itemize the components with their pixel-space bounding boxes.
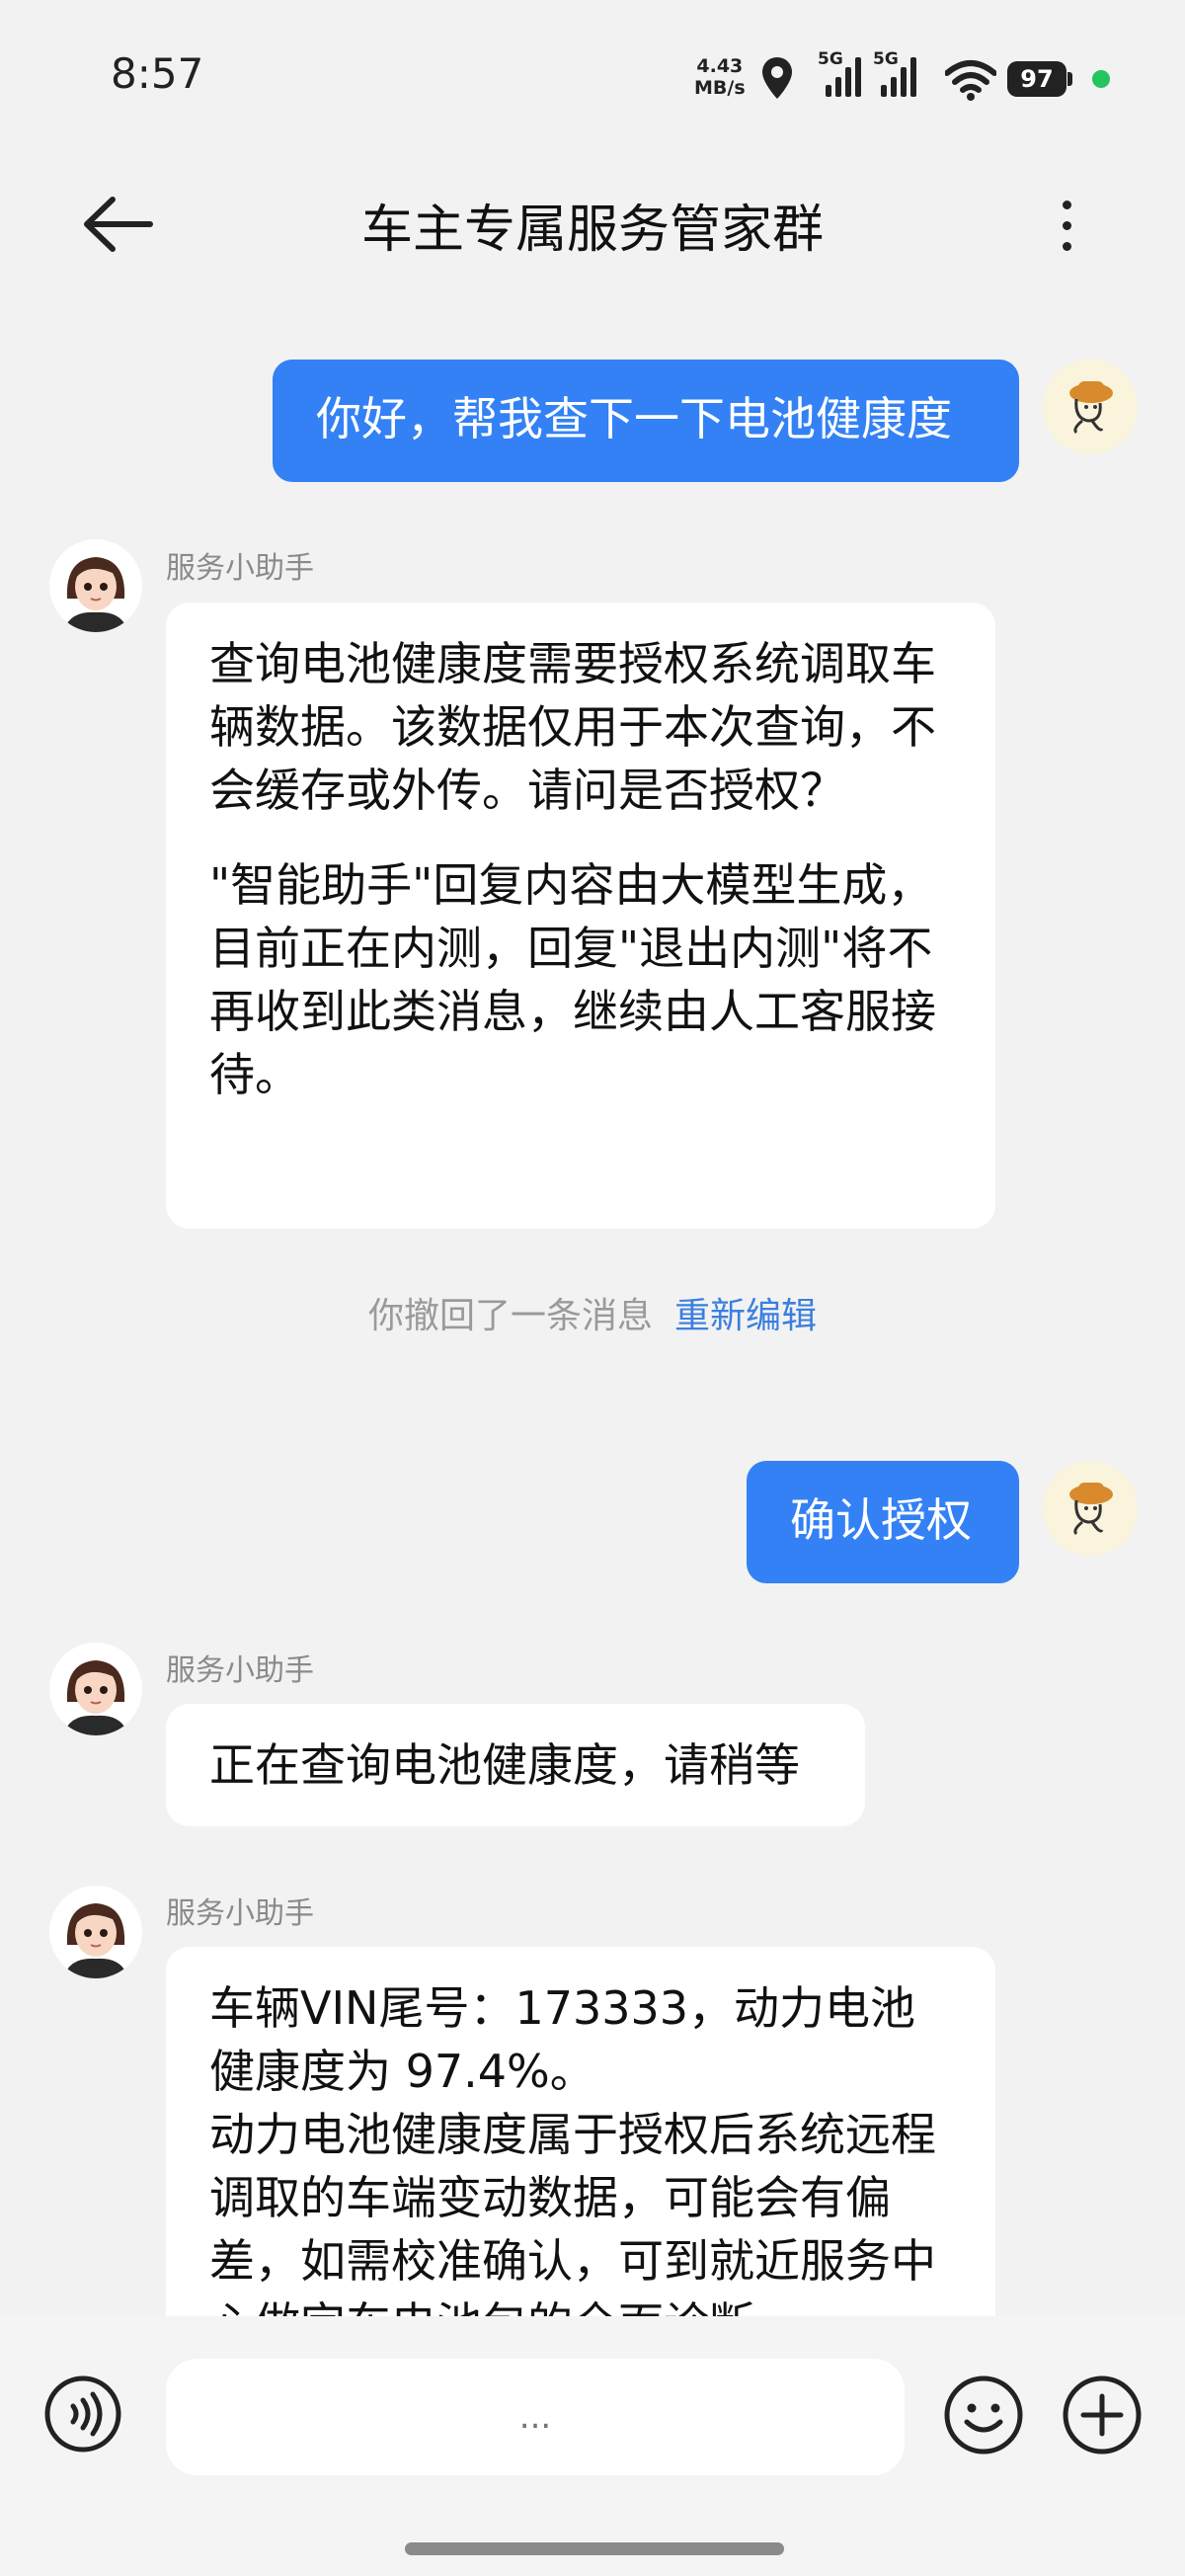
- user-avatar[interactable]: [1043, 1461, 1138, 1556]
- user-message-bubble[interactable]: 你好，帮我查下一下电池健康度: [273, 360, 1019, 482]
- re-edit-link[interactable]: 重新编辑: [674, 1296, 817, 1336]
- status-time: 8:57: [111, 49, 204, 98]
- back-arrow-icon[interactable]: [79, 190, 158, 259]
- signal-icon: 5G: [818, 49, 867, 99]
- bot-message-bubble[interactable]: 查询电池健康度需要授权系统调取车辆数据。该数据仅用于本次查询，不会缓存或外传。请…: [166, 603, 995, 1229]
- sender-name: 服务小助手: [166, 1653, 314, 1688]
- user-avatar-icon: [1069, 1483, 1113, 1536]
- home-indicator[interactable]: [405, 2542, 784, 2555]
- assistant-avatar-icon: [63, 557, 128, 632]
- message-paragraph: 查询电池健康度需要授权系统调取车辆数据。该数据仅用于本次查询，不会缓存或外传。请…: [209, 637, 936, 817]
- location-icon: [762, 57, 792, 99]
- assistant-avatar-icon: [63, 1903, 128, 1978]
- sender-name: 服务小助手: [166, 1896, 314, 1931]
- emoji-icon[interactable]: [943, 2375, 1024, 2455]
- user-avatar-icon: [1069, 381, 1113, 435]
- add-icon[interactable]: [1062, 2375, 1143, 2455]
- battery-icon: 97: [1007, 61, 1066, 97]
- user-message-bubble[interactable]: 确认授权: [747, 1461, 1019, 1583]
- assistant-avatar-icon: [63, 1660, 128, 1735]
- recall-notice: 你撤回了一条消息 重新编辑: [0, 1287, 1185, 1338]
- message-paragraph: "智能助手"回复内容由大模型生成，目前正在内测，回复"退出内测"将不再收到此类消…: [209, 858, 936, 1101]
- privacy-indicator: [1092, 70, 1110, 88]
- user-avatar[interactable]: [1043, 360, 1138, 454]
- wifi-icon: [945, 60, 996, 101]
- bot-message-bubble[interactable]: 车辆VIN尾号：173333，动力电池健康度为 97.4%。 动力电池健康度属于…: [166, 1947, 995, 2362]
- battery-tip: [1067, 72, 1072, 86]
- recall-text: 你撤回了一条消息: [367, 1296, 653, 1336]
- bot-message-bubble[interactable]: 正在查询电池健康度，请稍等: [166, 1704, 865, 1826]
- sender-name: 服务小助手: [166, 551, 314, 586]
- bot-avatar[interactable]: [49, 1886, 142, 1978]
- network-speed: 4.43 MB/s: [694, 55, 746, 99]
- chat-title: 车主专属服务管家群: [360, 201, 824, 260]
- signal-icon: 5G: [873, 49, 922, 99]
- network-speed-unit: MB/s: [694, 77, 746, 99]
- message-input[interactable]: [166, 2359, 905, 2475]
- bot-avatar[interactable]: [49, 539, 142, 632]
- bot-avatar[interactable]: [49, 1643, 142, 1735]
- voice-input-icon[interactable]: [43, 2375, 122, 2454]
- more-options-icon[interactable]: [1047, 193, 1086, 262]
- message-paragraph: 车辆VIN尾号：173333，动力电池健康度为 97.4%。: [209, 1981, 916, 2098]
- network-speed-value: 4.43: [696, 55, 744, 77]
